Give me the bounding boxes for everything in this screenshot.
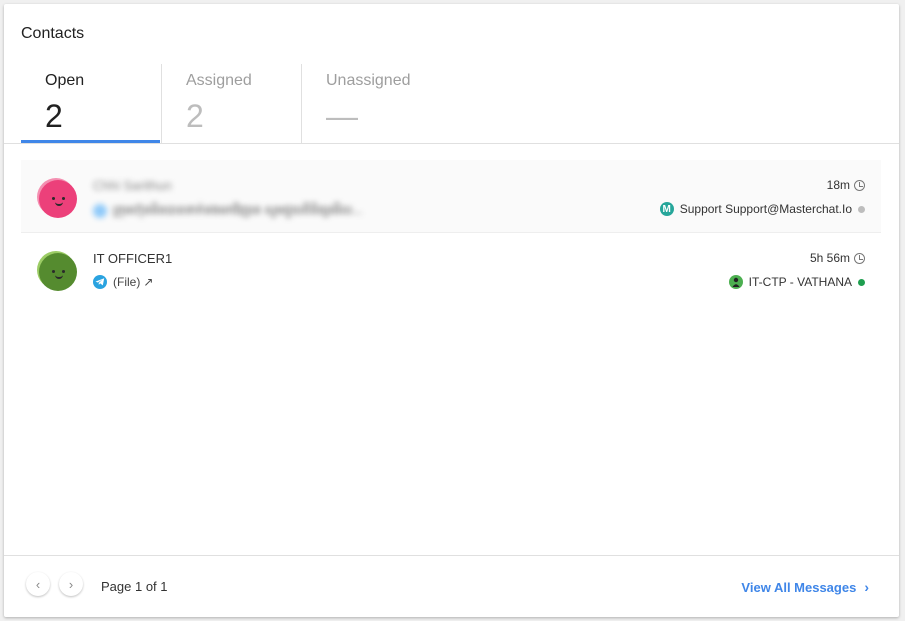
clock-icon — [854, 179, 865, 191]
chevron-left-icon: ‹ — [35, 576, 41, 592]
clock-icon — [854, 252, 865, 264]
tabs-divider — [4, 143, 899, 144]
contact-time-text: 5h 56m — [809, 251, 850, 265]
contact-preview-text: (File) — [113, 275, 141, 289]
tab-unassigned-label: Unassigned — [326, 72, 411, 89]
contact-row[interactable]: Chhi Sarithun ក្រុមហ៊ុនមិនបានទាក់ទងមកវិញ… — [21, 160, 881, 232]
tab-assigned-label: Assigned — [186, 72, 252, 89]
tab-open-count: 2 — [45, 98, 63, 134]
card-title: Contacts — [21, 25, 85, 42]
assigned-agent: IT-CTP - VATHANA — [728, 275, 865, 289]
contacts-tabs: Open 2 Assigned 2 Unassigned — — [21, 64, 881, 144]
contact-name: Chhi Sarithun — [93, 178, 172, 193]
tab-unassigned[interactable]: Unassigned — — [301, 64, 501, 144]
tab-assigned[interactable]: Assigned 2 — [161, 64, 301, 144]
agent-name: IT-CTP - VATHANA — [748, 275, 852, 289]
avatar — [37, 178, 77, 218]
telegram-icon — [93, 275, 107, 289]
contact-time: 5h 56m — [810, 251, 865, 265]
agent-name: Support Support@Masterchat.Io — [679, 202, 852, 216]
contact-preview: (File) ↗ — [93, 275, 153, 289]
tab-unassigned-count: — — [326, 98, 358, 134]
contact-name: IT OFFICER1 — [93, 251, 173, 266]
status-dot-icon — [858, 205, 865, 213]
contacts-card: Contacts Open 2 Assigned 2 Unassigned — … — [4, 4, 899, 617]
tab-open[interactable]: Open 2 — [21, 64, 160, 144]
tab-assigned-count: 2 — [186, 98, 204, 134]
view-all-label: View All Messages — [741, 579, 857, 595]
prev-page-button[interactable]: ‹ — [26, 572, 50, 596]
view-all-messages-link[interactable]: View All Messages › — [741, 579, 869, 595]
next-page-button[interactable]: › — [59, 572, 83, 596]
assigned-agent: M Support Support@Masterchat.Io — [659, 202, 865, 216]
contact-time-text: 18m — [826, 178, 850, 192]
contact-preview: ក្រុមហ៊ុនមិនបានទាក់ទងមកវិញទេ សូមជួយពិនិត… — [93, 202, 362, 220]
contact-preview-text: ក្រុមហ៊ុនមិនបានទាក់ទងមកវិញទេ សូមជួយពិនិត… — [113, 203, 362, 217]
page-info: Page 1 of 1 — [101, 579, 168, 594]
contact-time: 18m — [827, 178, 865, 192]
chevron-right-icon: › — [68, 576, 74, 592]
contact-row[interactable]: IT OFFICER1 (File) ↗ 5h 56m IT-CTP - VAT… — [21, 233, 881, 305]
chevron-right-icon: › — [864, 579, 869, 595]
footer-divider — [4, 555, 899, 556]
telegram-icon — [93, 204, 107, 218]
tab-open-label: Open — [45, 72, 85, 89]
avatar — [37, 251, 77, 291]
external-link-icon[interactable]: ↗ — [143, 275, 153, 289]
agent-avatar-icon — [728, 275, 743, 289]
status-dot-icon — [858, 278, 865, 286]
masterchat-logo-icon: M — [659, 202, 674, 216]
